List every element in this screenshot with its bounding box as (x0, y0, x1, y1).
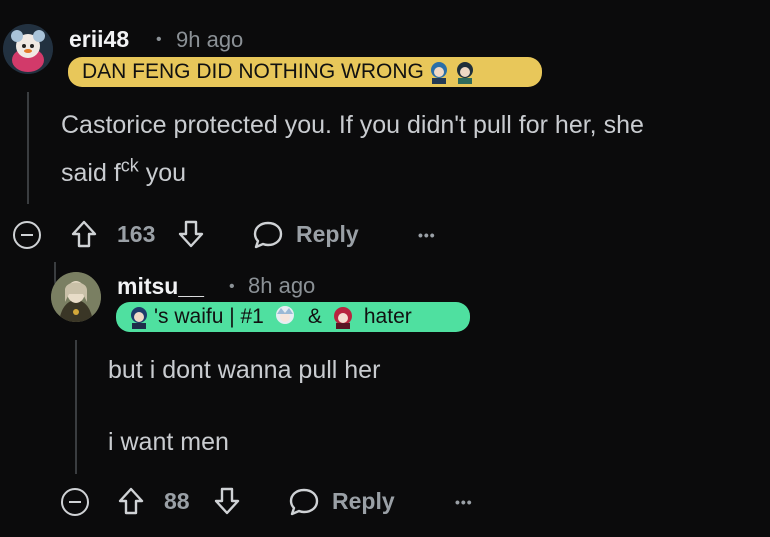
thread-line[interactable] (27, 92, 29, 204)
vote-count: 163 (117, 221, 156, 247)
separator-dot: • (229, 278, 235, 295)
more-icon[interactable]: ••• (418, 222, 436, 248)
thread-line[interactable] (75, 340, 77, 474)
downvote-icon[interactable] (177, 219, 205, 249)
flair-text-part1: 's waifu | #1 (154, 305, 264, 328)
flair-emoji-1-icon (426, 59, 452, 85)
reply-button[interactable]: Reply (252, 217, 372, 251)
reply-label: Reply (332, 488, 395, 514)
user-flair: 's waifu | #1 & hater (116, 302, 470, 332)
flair-text: DAN FENG DID NOTHING WRONG (82, 60, 424, 83)
upvote-icon[interactable] (117, 486, 145, 516)
separator-dot: • (156, 31, 162, 48)
flair-emoji-2-icon (272, 304, 298, 330)
avatar-mitsu[interactable] (51, 272, 101, 322)
flair-emoji-2-icon (452, 59, 478, 85)
more-icon[interactable]: ••• (455, 489, 473, 515)
username[interactable]: mitsu__ (117, 273, 204, 300)
timestamp: 8h ago (248, 273, 316, 298)
body-line: but i dont wanna pull her (108, 356, 381, 384)
upvote-icon[interactable] (70, 219, 98, 249)
flair-emoji-1-icon (126, 304, 152, 330)
collapse-icon[interactable] (13, 221, 41, 249)
downvote-icon[interactable] (213, 486, 241, 516)
body-line: Castorice protected you. If you didn't p… (61, 111, 644, 139)
body-line: i want men (108, 428, 229, 456)
username[interactable]: erii48 (69, 26, 129, 53)
body-line: said fck you (61, 155, 187, 187)
reply-button[interactable]: Reply (288, 484, 408, 518)
reply-bubble-icon (252, 220, 284, 250)
timestamp: 9h ago (176, 27, 244, 52)
avatar-erii48[interactable] (3, 24, 53, 74)
collapse-icon[interactable] (61, 488, 89, 516)
flair-emoji-3-icon (330, 304, 356, 330)
comment-body: but i dont wanna pull her i want men (108, 346, 748, 466)
reply-label: Reply (296, 221, 359, 247)
user-flair: DAN FENG DID NOTHING WRONG (68, 57, 542, 87)
vote-count: 88 (164, 488, 190, 514)
reply-bubble-icon (288, 487, 320, 517)
flair-text-part3: hater (363, 305, 412, 328)
flair-text-part2: & (307, 305, 322, 328)
comment-body: Castorice protected you. If you didn't p… (61, 101, 761, 197)
